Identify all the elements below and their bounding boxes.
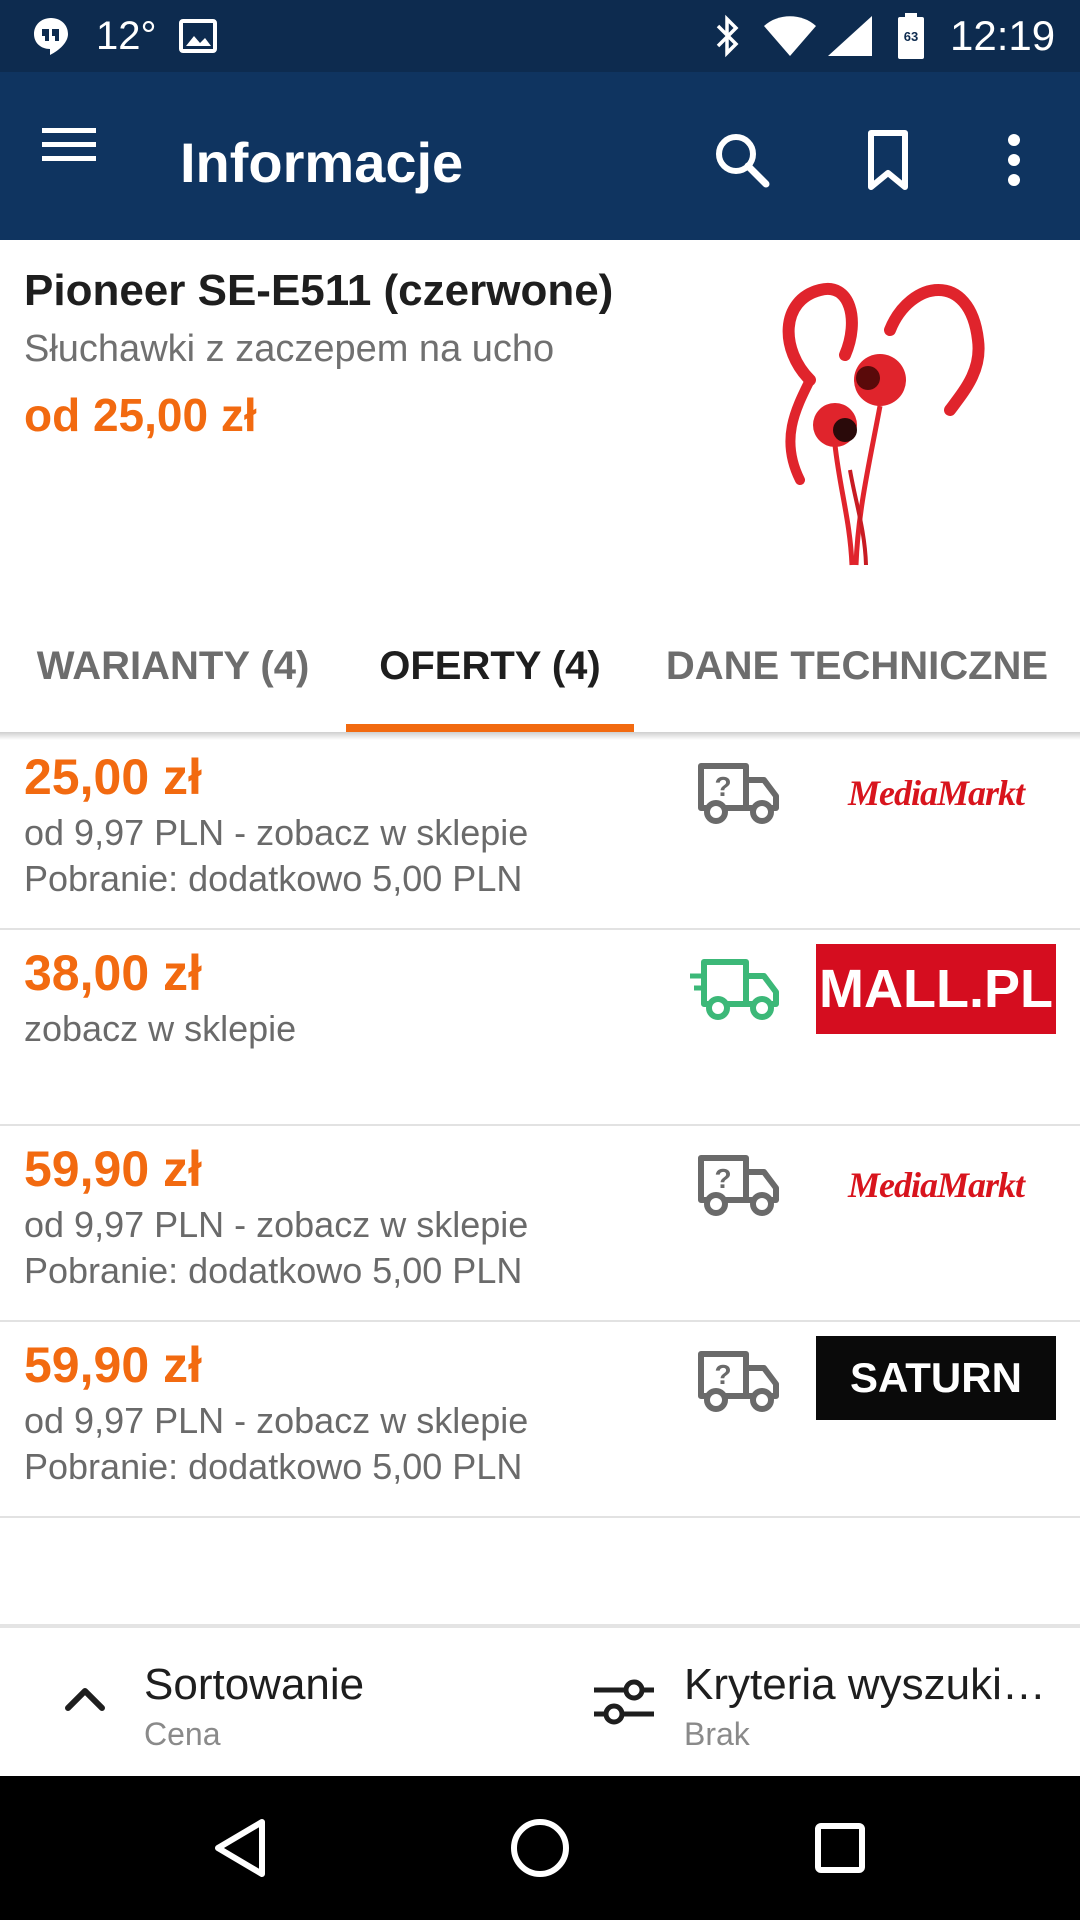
truck-unknown-icon: ? [696, 1150, 782, 1218]
product-price: od 25,00 zł [24, 389, 257, 441]
criteria-label: Kryteria wyszuki… [684, 1660, 1046, 1709]
svg-text:?: ? [714, 771, 731, 802]
sort-button[interactable]: Sortowanie Cena [0, 1628, 540, 1780]
tune-icon [592, 1678, 656, 1728]
temperature-text: 12° [96, 13, 157, 58]
battery-level-text: 63 [904, 29, 918, 44]
tab-shadow [0, 732, 1080, 740]
shop-logo-mediamarkt: MediaMarkt [847, 1165, 1025, 1205]
bottom-bar: Sortowanie Cena Kryteria wyszuki… Brak [0, 1624, 1080, 1780]
svg-text:?: ? [714, 1163, 731, 1194]
truck-unknown-icon: ? [696, 1346, 782, 1414]
offer-price: 59,90 zł [24, 1337, 202, 1393]
chevron-up-icon [60, 1674, 110, 1724]
shop-logo-saturn: SATURN [816, 1336, 1056, 1420]
home-icon[interactable] [500, 1808, 580, 1888]
wifi-icon [762, 0, 818, 72]
app-bar: Informacje [0, 72, 1080, 240]
search-icon[interactable] [702, 120, 782, 200]
hangouts-icon [30, 0, 72, 72]
recent-apps-icon[interactable] [800, 1808, 880, 1888]
status-bar: 12° 63 12:19 [0, 0, 1080, 72]
offer-cod-text: Pobranie: dodatkowo 5,00 PLN [24, 1250, 523, 1291]
product-header: Pioneer SE-E511 (czerwone) Słuchawki z z… [0, 240, 1080, 600]
product-image[interactable] [740, 260, 1000, 570]
offer-price: 25,00 zł [24, 749, 202, 805]
offer-row[interactable]: 25,00 zł od 9,97 PLN - zobacz w sklepie … [0, 734, 1080, 930]
shop-logo-mall: MALL.PL [816, 944, 1056, 1034]
tab-variants[interactable]: WARIANTY (4) [0, 600, 346, 732]
offer-row[interactable]: 38,00 zł zobacz w sklepie MALL.PL [0, 930, 1080, 1126]
offer-price: 59,90 zł [24, 1141, 202, 1197]
signal-icon [826, 0, 874, 72]
product-name: Pioneer SE-E511 (czerwone) [24, 266, 614, 315]
offer-cod-text: Pobranie: dodatkowo 5,00 PLN [24, 858, 523, 899]
more-vert-icon[interactable] [974, 120, 1054, 200]
offer-shipping-text: od 9,97 PLN - zobacz w sklepie [24, 812, 529, 853]
tab-bar: WARIANTY (4) OFERTY (4) DANE TECHNICZNE [0, 600, 1080, 732]
active-tab-indicator [346, 724, 634, 732]
bluetooth-icon [710, 0, 746, 72]
offers-list: 25,00 zł od 9,97 PLN - zobacz w sklepie … [0, 734, 1080, 1518]
tab-offers[interactable]: OFERTY (4) [346, 600, 634, 732]
sort-value: Cena [144, 1716, 221, 1752]
svg-text:?: ? [714, 1359, 731, 1390]
offer-row[interactable]: 59,90 zł od 9,97 PLN - zobacz w sklepie … [0, 1126, 1080, 1322]
truck-unknown-icon: ? [696, 758, 782, 826]
offer-cod-text: Pobranie: dodatkowo 5,00 PLN [24, 1446, 523, 1487]
battery-icon: 63 [896, 0, 926, 72]
offer-price: 38,00 zł [24, 945, 202, 1001]
offer-shipping-text: od 9,97 PLN - zobacz w sklepie [24, 1204, 529, 1245]
clock-text: 12:19 [950, 12, 1056, 59]
offer-shipping-text: od 9,97 PLN - zobacz w sklepie [24, 1400, 529, 1441]
page-title: Informacje [180, 131, 464, 194]
image-icon [178, 0, 218, 72]
product-subtitle: Słuchawki z zaczepem na ucho [24, 328, 555, 370]
back-icon[interactable] [200, 1808, 280, 1888]
tab-specs[interactable]: DANE TECHNICZNE [634, 600, 1080, 732]
offer-shipping-text: zobacz w sklepie [24, 1008, 297, 1049]
criteria-value: Brak [684, 1716, 750, 1752]
shop-logo-mediamarkt: MediaMarkt [847, 773, 1025, 813]
offer-row[interactable]: 59,90 zł od 9,97 PLN - zobacz w sklepie … [0, 1322, 1080, 1518]
navigation-bar [0, 1776, 1080, 1920]
bookmark-icon[interactable] [848, 120, 928, 200]
menu-icon[interactable] [40, 122, 130, 192]
search-criteria-button[interactable]: Kryteria wyszuki… Brak [580, 1628, 1080, 1780]
truck-fast-icon [690, 954, 779, 1022]
sort-label: Sortowanie [144, 1660, 365, 1709]
